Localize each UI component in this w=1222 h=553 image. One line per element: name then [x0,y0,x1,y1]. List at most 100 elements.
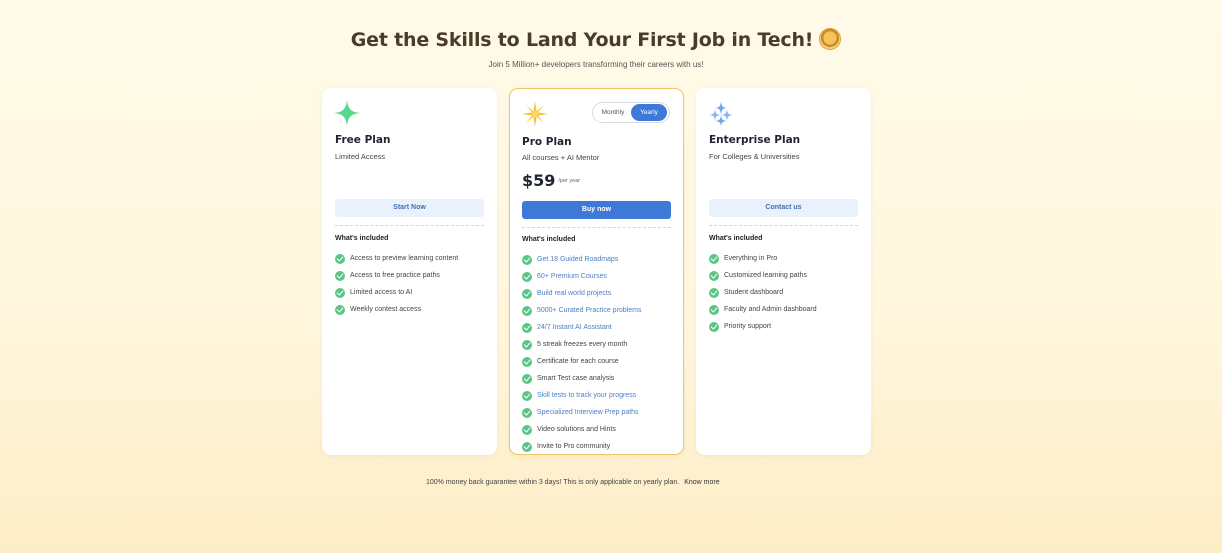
check-icon [709,321,719,332]
check-icon [709,287,719,298]
feature-item: Weekly contest access [335,301,458,318]
plan-description: Limited Access [335,152,386,161]
check-icon [522,373,532,384]
check-icon [522,305,532,316]
feature-item: Video solutions and Hints [522,421,641,438]
check-icon [522,254,532,265]
check-icon [522,339,532,350]
included-title: What's included [335,235,389,242]
check-icon [335,253,345,264]
feature-text: Limited access to AI [350,289,413,296]
feature-text: Build real world projects [537,290,612,297]
feature-text: Weekly contest access [350,306,422,313]
hero-subtitle: Join 5 Million+ developers transforming … [488,60,704,69]
feature-text: Video solutions and Hints [537,426,616,433]
check-icon [522,407,532,418]
contact-us-button[interactable]: Contact us [709,199,858,217]
check-icon [709,270,719,281]
know-more-link[interactable]: Know more [684,479,719,486]
feature-text: 60+ Premium Courses [537,273,607,280]
check-icon [522,288,532,299]
feature-list: Everything in Pro Customized learning pa… [709,250,817,335]
feature-item: Certificate for each course [522,353,641,370]
price-period: /per year [558,178,581,184]
plan-description: All courses + AI Mentor [522,153,600,162]
feature-item: Priority support [709,318,817,335]
feature-item: 60+ Premium Courses [522,268,641,285]
free-plan-card: Free Plan Limited Access Start Now What'… [322,88,497,455]
feature-item: Smart Test case analysis [522,370,641,387]
feature-item: Invite to Pro community [522,438,641,455]
yearly-option[interactable]: Yearly [631,104,667,121]
feature-text: 5 streak freezes every month [537,341,628,348]
feature-text: Customized learning paths [724,272,807,279]
feature-item: Faculty and Admin dashboard [709,301,817,318]
check-icon [522,356,532,367]
feature-item: Specialized Interview Prep paths [522,404,641,421]
feature-item: Get 18 Guided Roadmaps [522,251,641,268]
gold-sparkle-icon [522,101,548,127]
feature-text: Access to preview learning content [350,255,459,262]
buy-now-button[interactable]: Buy now [522,201,671,219]
feature-text: Smart Test case analysis [537,375,615,382]
feature-text: Skill tests to track your progress [537,392,637,399]
check-icon [335,287,345,298]
medal-icon [819,28,842,50]
feature-text: Access to free practice paths [350,272,440,279]
green-sparkle-icon [334,100,360,126]
feature-text: Certificate for each course [537,358,619,365]
footer-note: 100% money back guarantee within 3 days!… [426,479,720,486]
included-title: What's included [709,235,763,242]
feature-text: Faculty and Admin dashboard [724,306,817,313]
feature-item: Access to preview learning content [335,250,458,267]
billing-toggle: Monthly Yearly [592,102,670,123]
plan-description: For Colleges & Universities [709,152,800,161]
feature-item: Customized learning paths [709,267,817,284]
feature-text: 24/7 Instant AI Assistant [537,324,612,331]
check-icon [709,253,719,264]
feature-text: 5000+ Curated Practice problems [537,307,642,314]
divider [335,225,484,226]
check-icon [709,304,719,315]
included-title: What's included [522,236,576,243]
feature-item: Skill tests to track your progress [522,387,641,404]
feature-text: Everything in Pro [724,255,778,262]
check-icon [522,322,532,333]
feature-item: 24/7 Instant AI Assistant [522,319,641,336]
feature-item: Access to free practice paths [335,267,458,284]
feature-item: 5000+ Curated Practice problems [522,302,641,319]
feature-list: Get 18 Guided Roadmaps 60+ Premium Cours… [522,251,641,455]
enterprise-plan-card: Enterprise Plan For Colleges & Universit… [696,88,871,455]
hero-title: Get the Skills to Land Your First Job in… [0,28,1192,51]
hero-title-text: Get the Skills to Land Your First Job in… [350,29,814,51]
divider [709,225,858,226]
feature-list: Access to preview learning content Acces… [335,250,458,318]
check-icon [335,304,345,315]
check-icon [335,270,345,281]
start-now-button[interactable]: Start Now [335,199,484,217]
blue-sparkles-icon [709,101,733,126]
plan-name: Free Plan [335,134,391,146]
divider [522,227,671,228]
monthly-option[interactable]: Monthly [595,104,631,121]
check-icon [522,390,532,401]
feature-text: Student dashboard [724,289,784,296]
feature-text: Invite to Pro community [537,443,611,450]
feature-text: Get 18 Guided Roadmaps [537,256,619,263]
check-icon [522,441,532,452]
feature-text: Priority support [724,323,772,330]
check-icon [522,271,532,282]
feature-item: Build real world projects [522,285,641,302]
guarantee-text: 100% money back guarantee within 3 days!… [426,479,680,486]
feature-text: Specialized Interview Prep paths [537,409,639,416]
price: $59/per year [522,171,580,191]
check-icon [522,424,532,435]
feature-item: Limited access to AI [335,284,458,301]
feature-item: 5 streak freezes every month [522,336,641,353]
feature-item: Everything in Pro [709,250,817,267]
plan-name: Enterprise Plan [709,134,801,146]
plan-name: Pro Plan [522,136,572,148]
pro-plan-card: Monthly Yearly Pro Plan All courses + AI… [509,88,684,455]
price-amount: $59 [522,171,556,190]
feature-item: Student dashboard [709,284,817,301]
